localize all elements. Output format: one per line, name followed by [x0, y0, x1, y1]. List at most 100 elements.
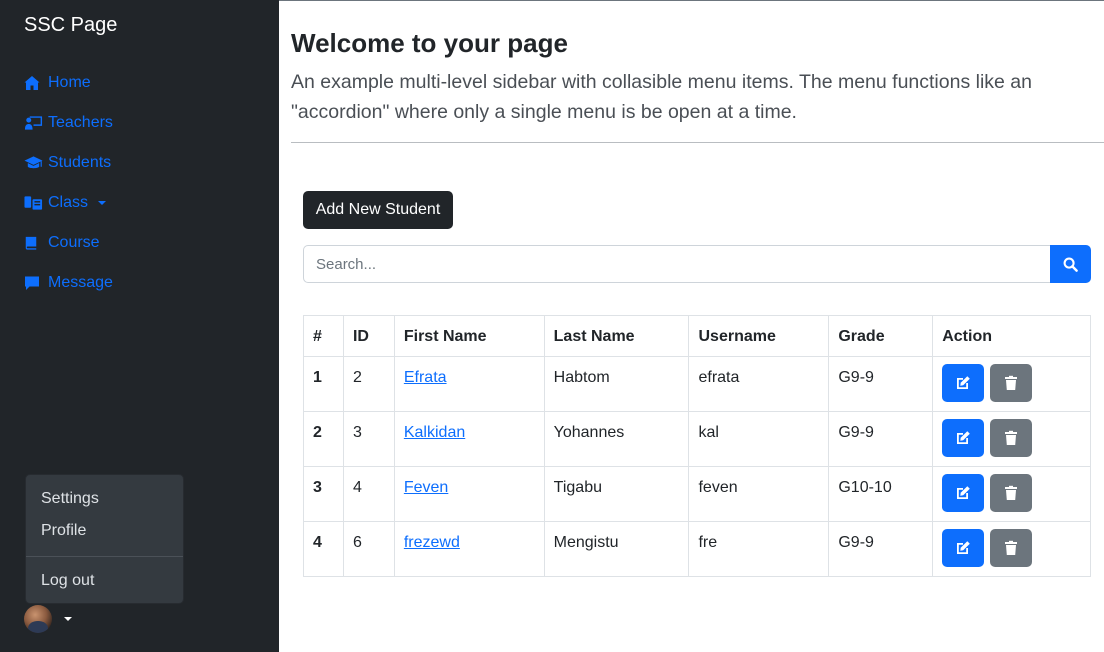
chevron-down-icon	[98, 201, 107, 205]
first-name-link[interactable]: Feven	[404, 479, 448, 496]
trash-icon	[1004, 540, 1017, 555]
book-icon	[24, 235, 43, 251]
row-number: 1	[303, 356, 344, 412]
edit-icon	[957, 486, 971, 499]
sidebar-item-label: Class	[48, 194, 89, 211]
username: efrata	[688, 356, 830, 412]
last-name: Habtom	[543, 356, 690, 412]
class-icon	[24, 195, 43, 211]
sidebar-item-teachers[interactable]: Teachers	[24, 103, 113, 143]
student-id: 2	[342, 356, 395, 412]
sidebar-item-message[interactable]: Message	[24, 263, 113, 303]
row-number: 2	[303, 411, 344, 467]
user-dropdown-menu: Settings Profile Log out	[25, 474, 184, 604]
edit-button[interactable]	[942, 419, 985, 457]
table-row: 3 4 Feven Tigabu feven G10-10	[303, 466, 1091, 522]
column-header: ID	[342, 315, 395, 357]
brand-title[interactable]: SSC Page	[24, 13, 117, 37]
student-id: 4	[342, 466, 395, 522]
grade: G9-9	[828, 521, 934, 577]
table-row: 1 2 Efrata Habtom efrata G9-9	[303, 356, 1091, 412]
edit-icon	[957, 431, 971, 444]
edit-icon	[957, 541, 971, 554]
trash-icon	[1004, 485, 1017, 500]
username: feven	[688, 466, 830, 522]
delete-button[interactable]	[989, 419, 1032, 457]
last-name: Tigabu	[543, 466, 690, 522]
column-header: Username	[688, 315, 830, 357]
table-row: 4 6 frezewd Mengistu fre G9-9	[303, 521, 1091, 577]
first-name-link[interactable]: Efrata	[404, 369, 447, 386]
dropdown-divider	[26, 556, 183, 557]
sidebar-item-course[interactable]: Course	[24, 223, 113, 263]
first-name-cell: frezewd	[393, 521, 545, 577]
search-bar	[303, 245, 1091, 283]
student-id: 3	[342, 411, 395, 467]
menu-item-profile[interactable]: Profile	[26, 516, 183, 548]
edit-button[interactable]	[942, 364, 985, 402]
column-header: Grade	[828, 315, 934, 357]
first-name-link[interactable]: frezewd	[404, 534, 460, 551]
delete-button[interactable]	[989, 529, 1032, 567]
sidebar-item-home[interactable]: Home	[24, 63, 113, 103]
actions-cell	[932, 466, 1091, 522]
username: kal	[688, 411, 830, 467]
student-id: 6	[342, 521, 395, 577]
chalkboard-teacher-icon	[24, 115, 43, 131]
sidebar-item-label: Home	[48, 74, 91, 91]
search-icon	[1063, 257, 1078, 272]
graduation-cap-icon	[24, 155, 43, 171]
delete-button[interactable]	[989, 364, 1032, 402]
grade: G9-9	[828, 411, 934, 467]
comment-icon	[24, 275, 43, 291]
add-student-button[interactable]: Add New Student	[303, 191, 453, 229]
edit-button[interactable]	[942, 529, 985, 567]
username: fre	[688, 521, 830, 577]
column-header: Action	[932, 315, 1091, 357]
sidebar-nav: Home Teachers Students Class Course Mess…	[24, 63, 113, 303]
first-name-cell: Efrata	[393, 356, 545, 412]
sidebar-item-students[interactable]: Students	[24, 143, 113, 183]
avatar	[24, 605, 52, 633]
search-button[interactable]	[1050, 245, 1091, 283]
user-menu-toggle[interactable]	[24, 605, 72, 633]
sidebar-item-label: Teachers	[48, 114, 113, 131]
column-header: Last Name	[543, 315, 690, 357]
menu-item-settings[interactable]: Settings	[26, 484, 183, 516]
page-title: Welcome to your page	[291, 28, 568, 58]
page-lead: An example multi-level sidebar with coll…	[291, 71, 1032, 123]
actions-cell	[932, 521, 1091, 577]
chevron-down-icon	[64, 617, 72, 621]
trash-icon	[1004, 375, 1017, 390]
first-name-cell: Feven	[393, 466, 545, 522]
sidebar-item-label: Message	[48, 274, 113, 291]
first-name-link[interactable]: Kalkidan	[404, 424, 465, 441]
column-header: First Name	[393, 315, 545, 357]
home-icon	[24, 75, 43, 91]
search-input[interactable]	[303, 245, 1051, 283]
grade: G9-9	[828, 356, 934, 412]
grade: G10-10	[828, 466, 934, 522]
table-header-row: # ID First Name Last Name Username Grade…	[303, 315, 1091, 357]
row-number: 3	[303, 466, 344, 522]
row-number: 4	[303, 521, 344, 577]
divider	[291, 142, 1104, 143]
delete-button[interactable]	[989, 474, 1032, 512]
last-name: Mengistu	[543, 521, 690, 577]
sidebar-item-label: Students	[48, 154, 112, 171]
table-row: 2 3 Kalkidan Yohannes kal G9-9	[303, 411, 1091, 467]
actions-cell	[932, 411, 1091, 467]
column-header: #	[303, 315, 344, 357]
students-table: # ID First Name Last Name Username Grade…	[303, 315, 1091, 577]
trash-icon	[1004, 430, 1017, 445]
edit-icon	[957, 376, 971, 389]
sidebar-item-label: Course	[48, 234, 100, 251]
actions-cell	[932, 356, 1091, 412]
top-border	[279, 0, 1104, 1]
sidebar-item-class[interactable]: Class	[24, 183, 113, 223]
sidebar: SSC Page Home Teachers Students Class Co…	[0, 0, 279, 652]
menu-item-logout[interactable]: Log out	[26, 566, 183, 598]
edit-button[interactable]	[942, 474, 985, 512]
last-name: Yohannes	[543, 411, 690, 467]
first-name-cell: Kalkidan	[393, 411, 545, 467]
